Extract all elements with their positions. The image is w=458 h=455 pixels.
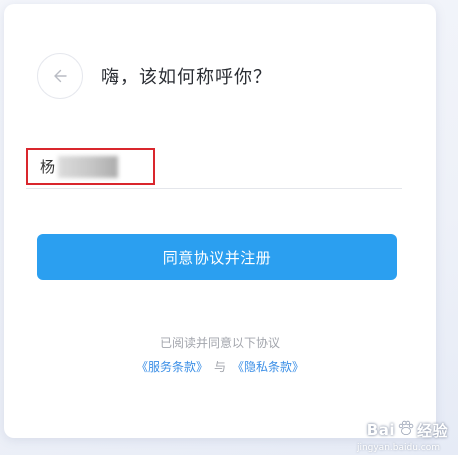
annotation-highlight-box [26,148,155,185]
paw-logo-icon [397,419,415,441]
watermark-brand-right: 经验 [416,421,448,440]
watermark-brand-left: Bai [366,421,395,439]
service-terms-link[interactable]: 《服务条款》 [136,360,208,374]
header: 嗨，该如何称呼你？ [37,53,272,99]
agree-register-button[interactable]: 同意协议并注册 [37,234,397,280]
page-title: 嗨，该如何称呼你？ [101,67,272,88]
agreement-links: 《服务条款》与《隐私条款》 [4,358,436,375]
arrow-left-icon [52,68,68,84]
back-button[interactable] [37,53,83,99]
and-word: 与 [213,360,226,374]
watermark-url: jingyan.baidu.com [356,443,440,453]
agreement-notice: 已阅读并同意以下协议 [159,336,280,350]
privacy-terms-link[interactable]: 《隐私条款》 [232,360,304,374]
baidu-jingyan-watermark: Bai 经验 [367,419,448,441]
